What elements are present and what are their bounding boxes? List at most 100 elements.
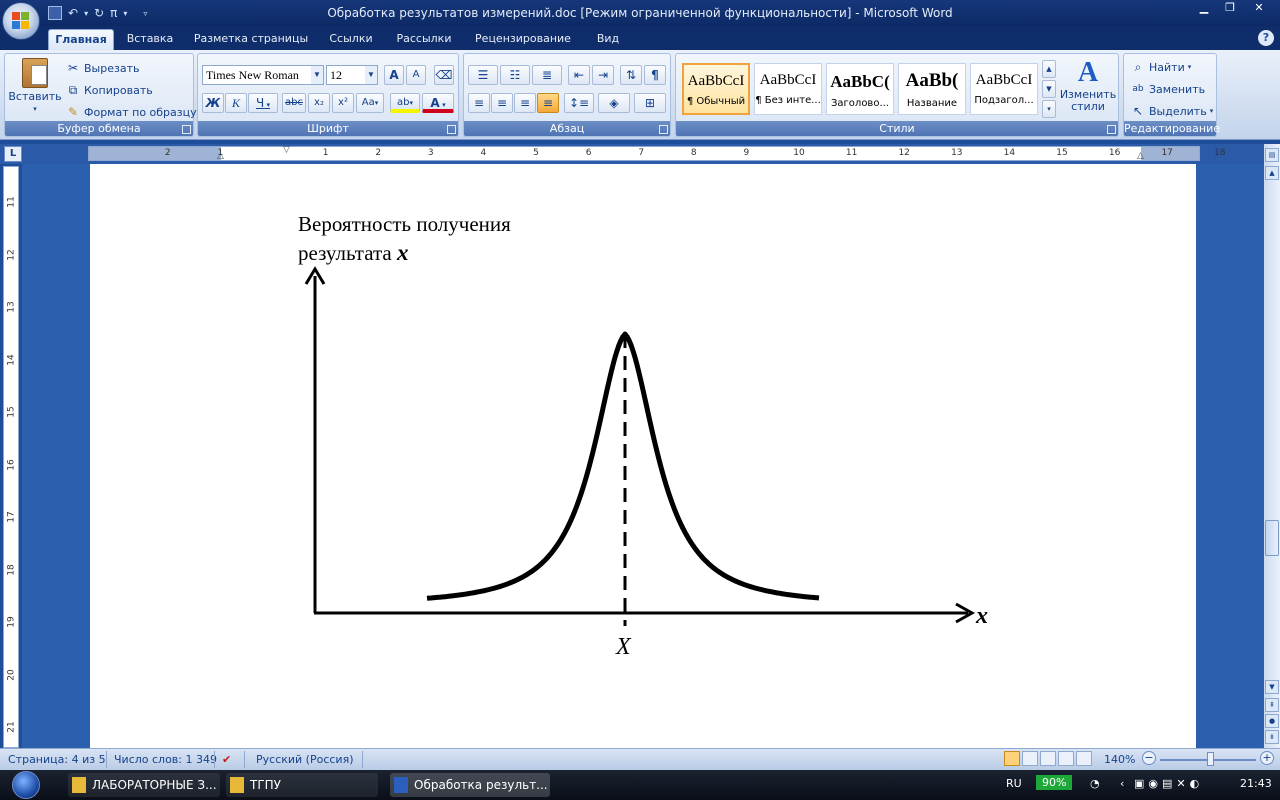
increase-indent-button[interactable]: ⇥ (592, 65, 614, 85)
bold-button[interactable]: Ж (202, 93, 224, 113)
page-count[interactable]: Страница: 4 из 5 (8, 753, 106, 766)
style-normal[interactable]: AaBbCcI ¶ Обычный (682, 63, 750, 115)
decrease-indent-button[interactable]: ⇤ (568, 65, 590, 85)
bullets-button[interactable]: ☰ (468, 65, 498, 85)
help-icon[interactable]: ? (1258, 30, 1274, 46)
ruler-toggle-icon[interactable]: ▤ (1265, 148, 1279, 162)
change-case-button[interactable]: Aa▾ (356, 93, 384, 113)
superscript-button[interactable]: x² (332, 93, 354, 113)
tab-page-layout[interactable]: Разметка страницы (190, 29, 312, 50)
prev-page-icon[interactable]: ⇞ (1265, 698, 1279, 712)
clear-formatting-button[interactable]: ⌫ (434, 65, 454, 85)
font-color-button[interactable]: A ▾ (422, 93, 454, 113)
underline-button[interactable]: Ч ▾ (248, 93, 278, 113)
style-title[interactable]: AaBb(Название (898, 63, 966, 115)
taskbar-item-tgpu[interactable]: ТГПУ (226, 773, 378, 797)
scrollbar-thumb[interactable] (1265, 520, 1279, 556)
tab-insert[interactable]: Вставка (120, 29, 180, 50)
clock[interactable]: 21:43 (1240, 777, 1272, 790)
styles-more[interactable]: ▾ (1042, 100, 1056, 118)
outline-icon[interactable] (1058, 751, 1074, 766)
subscript-button[interactable]: x₂ (308, 93, 330, 113)
taskbar-item-word[interactable]: Обработка результ... (390, 773, 550, 797)
shading-button[interactable]: ◈ (598, 93, 630, 113)
scroll-up-arrow-icon[interactable]: ▲ (1265, 166, 1279, 180)
start-button[interactable] (6, 770, 46, 800)
draft-icon[interactable] (1076, 751, 1092, 766)
dialog-launcher-icon[interactable] (1107, 125, 1116, 134)
next-page-icon[interactable]: ⇟ (1265, 730, 1279, 744)
tab-references[interactable]: Ссылки (322, 29, 380, 50)
align-left-button[interactable]: ≡ (468, 93, 490, 113)
find-button[interactable]: ⌕ Найти ▾ (1130, 59, 1192, 75)
full-screen-reading-icon[interactable] (1022, 751, 1038, 766)
align-right-button[interactable]: ≡ (514, 93, 536, 113)
styles-scroll-up[interactable]: ▲ (1042, 60, 1056, 78)
document-page[interactable]: Вероятность получения результата x x X (90, 164, 1196, 748)
web-layout-icon[interactable] (1040, 751, 1056, 766)
tray-icons[interactable]: ▣◉▤✕◐ (1134, 777, 1203, 790)
maximize-button[interactable]: ❐ (1218, 0, 1242, 16)
style-heading-1[interactable]: AaBbC(Заголово... (826, 63, 894, 115)
indent-marker-icon[interactable]: ▽ (283, 145, 290, 155)
copy-icon: ⧉ (68, 83, 78, 97)
show-marks-button[interactable]: ¶ (644, 65, 666, 85)
network-icon[interactable]: ◔ (1090, 777, 1100, 790)
style-no-spacing[interactable]: AaBbCcI ¶ Без инте... (754, 63, 822, 115)
scroll-down-arrow-icon[interactable]: ▼ (1265, 680, 1279, 694)
horizontal-ruler[interactable]: 2 1 1 2 3 4 5 6 7 8 9 10 11 12 13 14 15 16 17 18 ▽ △ △ (88, 145, 1226, 161)
battery-indicator[interactable]: 90% (1036, 775, 1073, 790)
minimize-button[interactable]: ▁ (1192, 0, 1216, 16)
borders-button[interactable]: ⊞ (634, 93, 666, 113)
spellcheck-icon[interactable]: ✔ (222, 753, 231, 766)
zoom-out-icon[interactable]: − (1142, 751, 1156, 765)
tab-review[interactable]: Рецензирование (468, 29, 578, 50)
replace-button[interactable]: ab Заменить (1130, 81, 1205, 97)
vertical-scrollbar[interactable]: ▤ ▲ ▼ ⇞ ● ⇟ (1264, 144, 1280, 748)
grow-font-button[interactable]: A (384, 65, 404, 85)
strikethrough-button[interactable]: abc (282, 93, 306, 113)
dialog-launcher-icon[interactable] (659, 125, 668, 134)
right-indent-marker-icon[interactable]: △ (1137, 151, 1144, 161)
highlight-button[interactable]: ab▾ (390, 93, 420, 113)
close-button[interactable]: ✕ (1244, 0, 1274, 16)
styles-scroll-down[interactable]: ▼ (1042, 80, 1056, 98)
cut-button[interactable]: ✂ Вырезать (65, 60, 140, 76)
keyboard-language[interactable]: RU (1006, 777, 1022, 790)
browse-object-icon[interactable]: ● (1265, 714, 1279, 728)
italic-button[interactable]: К (225, 93, 247, 113)
language-indicator[interactable]: Русский (Россия) (256, 753, 354, 766)
zoom-slider-thumb[interactable] (1207, 752, 1214, 766)
vertical-ruler[interactable]: 11 12 13 14 15 16 17 18 19 20 21 (3, 166, 19, 748)
dialog-launcher-icon[interactable] (182, 125, 191, 134)
select-button[interactable]: ↖ Выделить ▾ (1130, 103, 1213, 119)
change-styles-button[interactable]: A Изменить стили (1060, 58, 1116, 113)
sort-button[interactable]: ⇅ (620, 65, 642, 85)
zoom-in-icon[interactable]: + (1260, 751, 1274, 765)
shrink-font-button[interactable]: A (406, 65, 426, 85)
taskbar-item-lab[interactable]: ЛАБОРАТОРНЫЕ З... (68, 773, 220, 797)
tab-view[interactable]: Вид (588, 29, 628, 50)
format-painter-button[interactable]: ✎ Формат по образцу (65, 104, 197, 120)
multilevel-list-button[interactable]: ≣ (532, 65, 562, 85)
tab-home[interactable]: Главная (48, 29, 114, 50)
numbering-button[interactable]: ☷ (500, 65, 530, 85)
font-name-select[interactable]: Times New Roman ▼ (202, 65, 324, 85)
indent-marker-icon[interactable]: △ (217, 151, 224, 161)
align-center-button[interactable]: ≡ (491, 93, 513, 113)
font-size-select[interactable]: 12 ▼ (326, 65, 378, 85)
print-layout-icon[interactable] (1004, 751, 1020, 766)
tab-mailings[interactable]: Рассылки (390, 29, 458, 50)
word-count[interactable]: Число слов: 1 349 (114, 753, 217, 766)
style-subtitle[interactable]: AaBbCcI Подзагол... (970, 63, 1038, 115)
dropdown-arrow-icon: ▾ (1187, 63, 1192, 71)
paste-button[interactable]: Вставить ▾ (8, 58, 62, 113)
tray-expand-icon[interactable]: ‹ (1120, 777, 1124, 790)
copy-button[interactable]: ⧉ Копировать (65, 82, 153, 98)
office-button[interactable] (2, 2, 40, 40)
justify-button[interactable]: ≡ (537, 93, 559, 113)
zoom-level[interactable]: 140% (1104, 753, 1135, 766)
dialog-launcher-icon[interactable] (447, 125, 456, 134)
tab-selector-button[interactable]: L (4, 146, 22, 162)
line-spacing-button[interactable]: ↕≡ (564, 93, 594, 113)
